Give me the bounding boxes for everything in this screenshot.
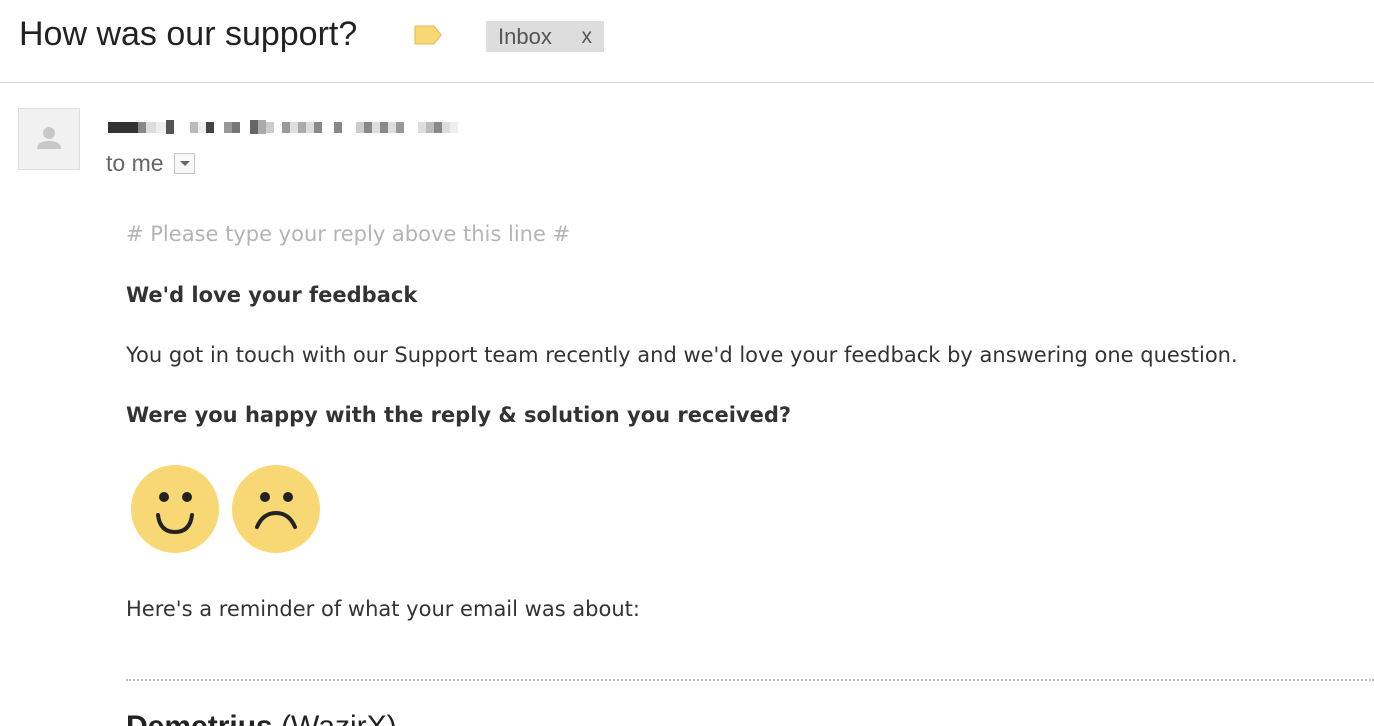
agent-signature: Demetrius (WazirX)	[126, 710, 397, 726]
happy-face-icon[interactable]	[130, 464, 220, 554]
agent-name: Demetrius	[126, 710, 273, 726]
label-tag-icon[interactable]	[414, 25, 442, 45]
intro-text: You got in touch with our Support team r…	[126, 343, 1238, 367]
recipient-details-dropdown[interactable]	[173, 153, 195, 174]
reminder-text: Here's a reminder of what your email was…	[126, 597, 640, 621]
reply-above-line-notice: # Please type your reply above this line…	[126, 222, 571, 246]
sender-avatar	[18, 108, 80, 170]
inbox-chip-label: Inbox	[498, 23, 552, 49]
recipient-line: to me	[106, 150, 195, 177]
email-header: How was our support? Inbox x	[0, 0, 1374, 83]
person-icon	[37, 127, 61, 149]
sad-face-icon[interactable]	[231, 464, 321, 554]
inbox-label-chip[interactable]: Inbox x	[486, 21, 604, 52]
email-subject: How was our support?	[19, 15, 358, 53]
satisfaction-question: Were you happy with the reply & solution…	[126, 403, 792, 427]
recipient-text: to me	[106, 150, 164, 176]
sender-redacted	[108, 119, 458, 135]
dotted-divider	[126, 679, 1374, 681]
agent-org: (WazirX)	[281, 710, 397, 726]
feedback-heading: We'd love your feedback	[126, 283, 418, 307]
remove-label-button[interactable]: x	[582, 25, 593, 49]
email-view: How was our support? Inbox x to me # Ple…	[0, 0, 1374, 726]
